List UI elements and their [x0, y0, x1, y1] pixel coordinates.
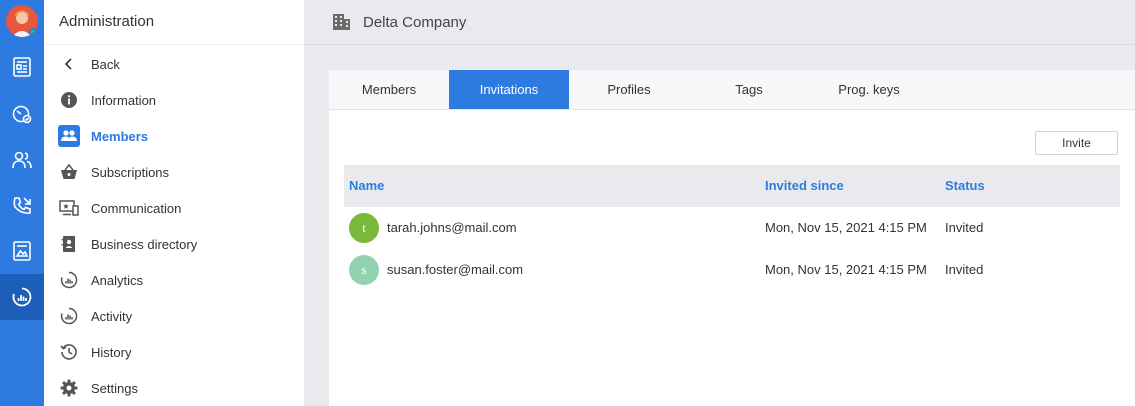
members-icon: [58, 125, 80, 147]
rail-newspaper-icon[interactable]: [0, 44, 44, 90]
invited-since: Mon, Nov 15, 2021 4:15 PM: [765, 262, 927, 277]
sidebar-item-activity[interactable]: Activity: [58, 302, 132, 330]
sidebar-item-label: Business directory: [91, 236, 198, 252]
sidebar-item-members[interactable]: Members: [58, 122, 148, 150]
invitee-email: susan.foster@mail.com: [387, 262, 524, 277]
page-title: Delta Company: [363, 13, 467, 31]
invitation-status: Invited: [945, 262, 984, 277]
sidebar-title: Administration: [44, 0, 304, 45]
tab-tags[interactable]: Tags: [689, 70, 809, 109]
rail-dashboard-icon[interactable]: [0, 91, 44, 137]
column-header-invited-since[interactable]: Invited since: [765, 165, 844, 207]
sidebar-item-back[interactable]: Back: [58, 50, 120, 78]
tab-invitations[interactable]: Invitations: [449, 70, 569, 109]
invitations-table: Name Invited since Status t tarah.johns@…: [344, 165, 1120, 291]
sidebar-item-label: Settings: [91, 380, 138, 396]
rail-users-icon[interactable]: [0, 137, 44, 183]
directory-icon: [58, 233, 80, 255]
sidebar-item-analytics[interactable]: Analytics: [58, 266, 143, 294]
table-row[interactable]: t tarah.johns@mail.com Mon, Nov 15, 2021…: [344, 207, 1120, 249]
member-initial-avatar: s: [349, 255, 379, 285]
admin-sidebar: Administration Back Information Members …: [44, 0, 304, 406]
column-header-status[interactable]: Status: [945, 165, 985, 207]
invitee-email: tarah.johns@mail.com: [387, 220, 517, 235]
sidebar-item-information[interactable]: Information: [58, 86, 156, 114]
invitation-status: Invited: [945, 220, 984, 235]
main-panel: Members Invitations Profiles Tags Prog. …: [329, 70, 1135, 406]
sidebar-item-subscriptions[interactable]: Subscriptions: [58, 158, 169, 186]
tab-profiles[interactable]: Profiles: [569, 70, 689, 109]
sidebar-item-label: Analytics: [91, 272, 144, 288]
analytics-icon: [58, 269, 80, 291]
user-avatar[interactable]: [6, 5, 38, 37]
chevron-left-icon: [58, 53, 80, 75]
sidebar-item-label: Subscriptions: [91, 164, 170, 180]
table-header: Name Invited since Status: [344, 165, 1120, 207]
building-icon: [333, 14, 350, 30]
invited-since: Mon, Nov 15, 2021 4:15 PM: [765, 220, 927, 235]
sidebar-item-communication[interactable]: Communication: [58, 194, 181, 222]
table-row[interactable]: s susan.foster@mail.com Mon, Nov 15, 202…: [344, 249, 1120, 291]
tab-bar: Members Invitations Profiles Tags Prog. …: [329, 70, 1135, 110]
activity-icon: [58, 305, 80, 327]
column-header-name[interactable]: Name: [349, 165, 384, 207]
rail-phone-icon[interactable]: [0, 183, 44, 229]
sidebar-item-label: Back: [91, 56, 120, 72]
tab-prog-keys[interactable]: Prog. keys: [809, 70, 929, 109]
online-status-dot: [29, 28, 38, 37]
sidebar-item-label: History: [91, 344, 132, 360]
history-icon: [58, 341, 80, 363]
gear-icon: [58, 377, 80, 399]
sidebar-item-business-directory[interactable]: Business directory: [58, 230, 197, 258]
sidebar-item-settings[interactable]: Settings: [58, 374, 138, 402]
sidebar-item-label: Members: [91, 128, 149, 144]
info-icon: [58, 89, 80, 111]
rail-report-icon[interactable]: [0, 228, 44, 274]
tab-members[interactable]: Members: [329, 70, 449, 109]
page-header: Delta Company: [304, 0, 1135, 45]
rail-analytics-icon[interactable]: [0, 274, 44, 320]
sidebar-item-history[interactable]: History: [58, 338, 131, 366]
member-initial-avatar: t: [349, 213, 379, 243]
communication-icon: [58, 197, 80, 219]
app-rail: [0, 0, 44, 406]
sidebar-item-label: Communication: [91, 200, 182, 216]
sidebar-item-label: Activity: [91, 308, 133, 324]
sidebar-item-label: Information: [91, 92, 157, 108]
basket-icon: [58, 161, 80, 183]
invite-button[interactable]: Invite: [1035, 131, 1118, 155]
